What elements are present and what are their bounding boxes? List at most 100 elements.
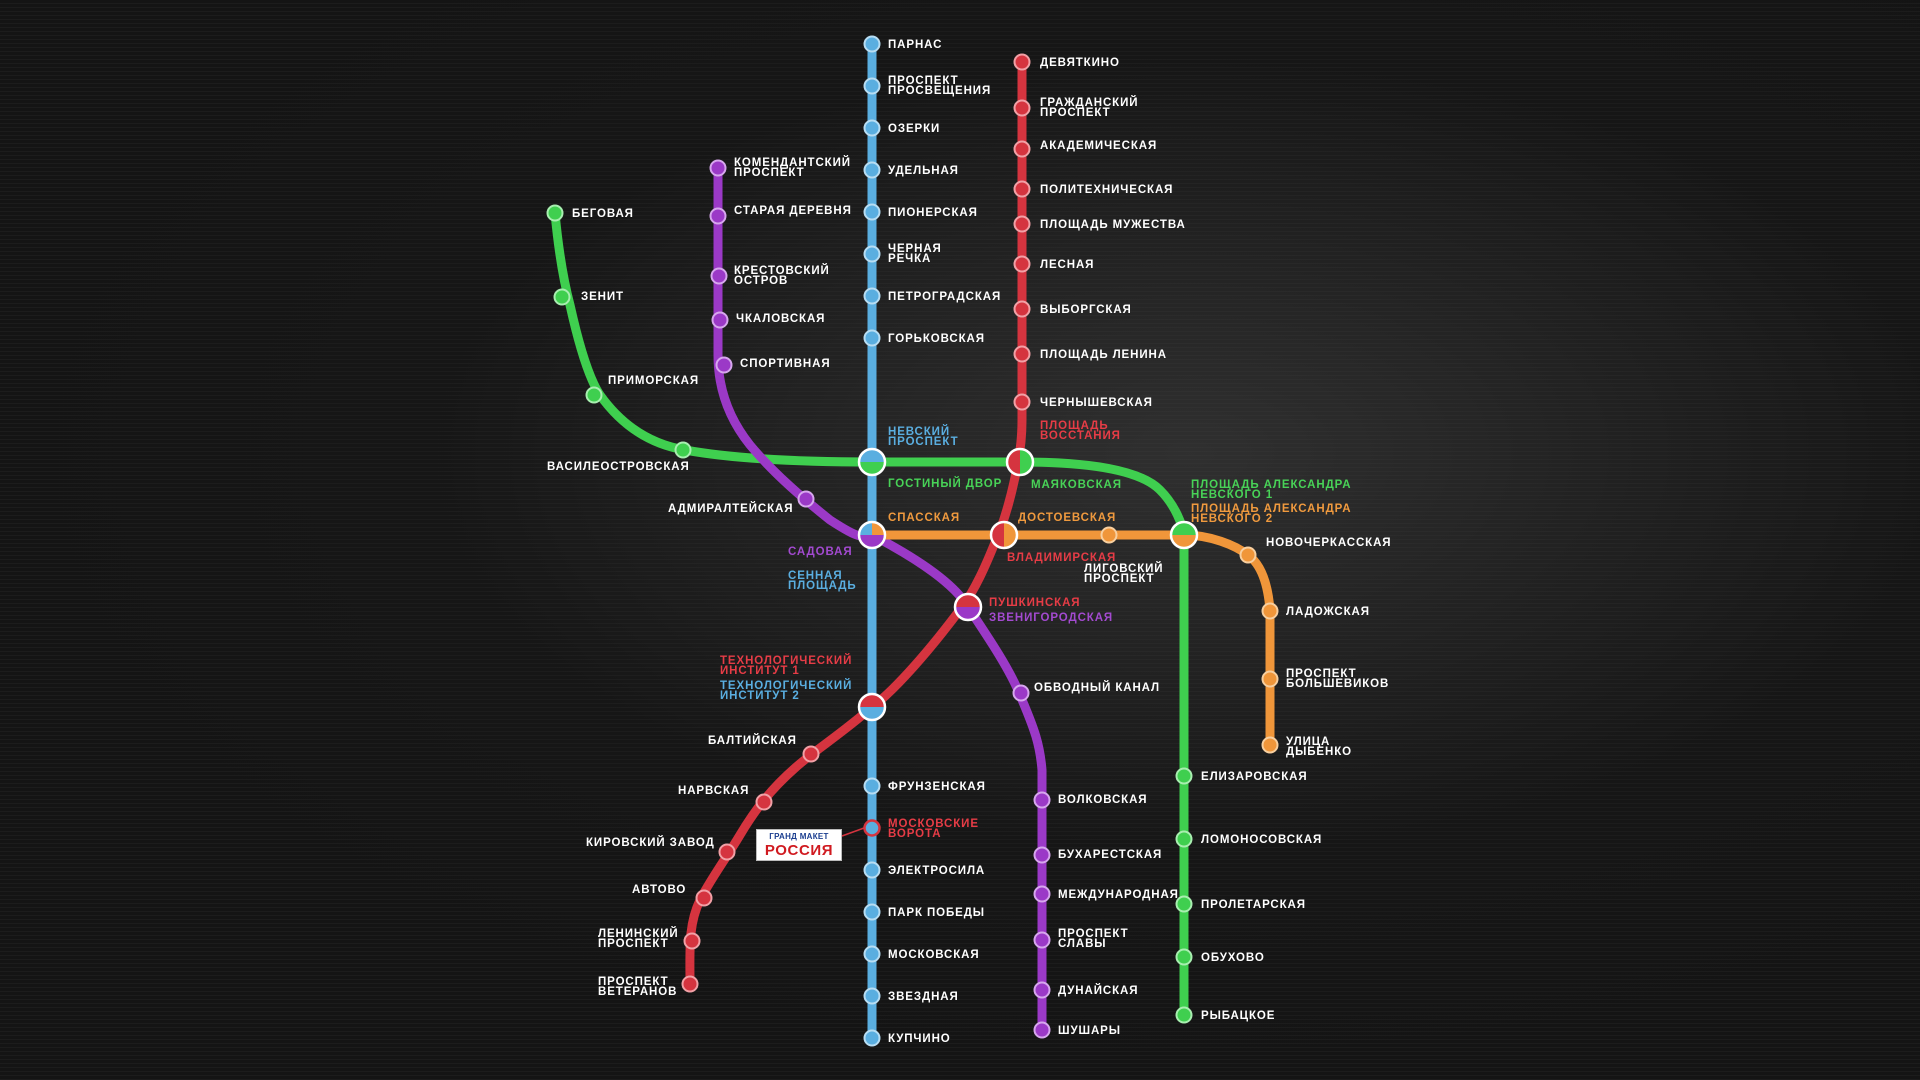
station-label: ВОССТАНИЯ: [1040, 430, 1121, 442]
station-dot[interactable]: [1175, 948, 1193, 966]
station-dot[interactable]: [1033, 791, 1051, 809]
transfer-vosstaniya-mayakovskaya[interactable]: [1005, 447, 1035, 477]
station-dot[interactable]: [1033, 931, 1051, 949]
station-dot[interactable]: [718, 843, 736, 861]
station-dot[interactable]: [1013, 140, 1031, 158]
station-dot[interactable]: [863, 329, 881, 347]
station-dot[interactable]: [863, 245, 881, 263]
station-label: ЧКАЛОВСКАЯ: [736, 313, 825, 325]
station-dot[interactable]: [1261, 670, 1279, 688]
station-label: СПОРТИВНАЯ: [740, 358, 831, 370]
station-dot[interactable]: [863, 945, 881, 963]
station-label: ЛОМОНОСОВСКАЯ: [1201, 834, 1322, 846]
station-dot[interactable]: [863, 77, 881, 95]
station-dot[interactable]: [1013, 99, 1031, 117]
station-label: ОБУХОВО: [1201, 952, 1265, 964]
station-dot[interactable]: [1013, 345, 1031, 363]
station-label: ДЫБЕНКО: [1286, 746, 1352, 758]
station-dot[interactable]: [709, 207, 727, 225]
station-dot[interactable]: [1033, 1021, 1051, 1039]
station-dot[interactable]: [863, 987, 881, 1005]
station-dot[interactable]: [863, 161, 881, 179]
transfer-pl-aleksandra-nevskogo[interactable]: [1169, 520, 1199, 550]
station-dot[interactable]: [681, 975, 699, 993]
station-dot[interactable]: [1033, 981, 1051, 999]
station-dot[interactable]: [1100, 526, 1118, 544]
transfer-tekhnologichesky-institut[interactable]: [857, 692, 887, 722]
logo-leader-line: [841, 827, 865, 837]
metro-map: ПАРНАС ПРОСПЕКТ ПРОСВЕЩЕНИЯ ОЗЕРКИ УДЕЛЬ…: [0, 0, 1920, 1080]
labels-orange: СПАССКАЯ ДОСТОЕВСКАЯ ЛИГОВСКИЙ ПРОСПЕКТ …: [888, 503, 1391, 758]
station-dot[interactable]: [1013, 180, 1031, 198]
station-dot[interactable]: [802, 745, 820, 763]
station-dot[interactable]: [863, 777, 881, 795]
station-dot[interactable]: [711, 311, 729, 329]
station-dot[interactable]: [797, 490, 815, 508]
station-label: ВЕТЕРАНОВ: [598, 986, 677, 998]
station-dot[interactable]: [1013, 393, 1031, 411]
station-label: НЕВСКОГО 1: [1191, 489, 1273, 501]
transfer-pushkinskaya-zvenigorodskaya[interactable]: [953, 592, 983, 622]
station-dot[interactable]: [1033, 846, 1051, 864]
station-label: ПРОСПЕКТ: [888, 436, 959, 448]
station-dot[interactable]: [585, 386, 603, 404]
station-dot[interactable]: [1033, 885, 1051, 903]
station-dot[interactable]: [863, 119, 881, 137]
station-label: ШУШАРЫ: [1058, 1025, 1121, 1037]
station-label: ЗВЕЗДНАЯ: [888, 991, 959, 1003]
station-dot[interactable]: [863, 819, 881, 837]
station-dot[interactable]: [683, 932, 701, 950]
station-dot[interactable]: [1013, 215, 1031, 233]
station-dot[interactable]: [710, 267, 728, 285]
station-dot[interactable]: [546, 204, 564, 222]
station-dot[interactable]: [1175, 1006, 1193, 1024]
station-label: ПРОСВЕЩЕНИЯ: [888, 85, 991, 97]
station-dot[interactable]: [709, 159, 727, 177]
station-label: ФРУНЗЕНСКАЯ: [888, 781, 986, 793]
station-label: ПРОСПЕКТ: [1084, 573, 1155, 585]
station-label: ИНСТИТУТ 2: [720, 690, 800, 702]
station-dot[interactable]: [1013, 53, 1031, 71]
station-dot[interactable]: [1175, 830, 1193, 848]
station-dot[interactable]: [863, 903, 881, 921]
station-dot[interactable]: [755, 793, 773, 811]
station-dot[interactable]: [1013, 255, 1031, 273]
station-label: САДОВАЯ: [788, 546, 853, 558]
station-dot[interactable]: [695, 889, 713, 907]
station-dot[interactable]: [1261, 602, 1279, 620]
grand-maket-logo[interactable]: ГРАНД МАКЕТ РОССИЯ: [756, 829, 842, 861]
station-dot[interactable]: [863, 287, 881, 305]
station-dot[interactable]: [674, 441, 692, 459]
station-label: ДОСТОЕВСКАЯ: [1018, 512, 1116, 524]
station-dot[interactable]: [1261, 736, 1279, 754]
station-label: ДЕВЯТКИНО: [1040, 57, 1120, 69]
station-dot[interactable]: [1013, 300, 1031, 318]
transfer-sennaya-sadovaya-spasskaya[interactable]: [857, 520, 887, 550]
station-label: ЛАДОЖСКАЯ: [1286, 606, 1370, 618]
station-label: ПРОЛЕТАРСКАЯ: [1201, 899, 1306, 911]
line-red: [685, 57, 1027, 989]
station-dot[interactable]: [863, 35, 881, 53]
station-label: ПРОСПЕКТ: [734, 167, 805, 179]
station-dot[interactable]: [1012, 684, 1030, 702]
transfer-nevsky-gostiny[interactable]: [857, 447, 887, 477]
station-label: МОСКОВСКАЯ: [888, 949, 980, 961]
station-label: ВОЛКОВСКАЯ: [1058, 794, 1147, 806]
station-dot[interactable]: [863, 1029, 881, 1047]
station-label: ОЗЕРКИ: [888, 123, 940, 135]
station-dot[interactable]: [863, 203, 881, 221]
station-dot[interactable]: [715, 356, 733, 374]
station-label: ЛЕСНАЯ: [1040, 259, 1094, 271]
station-label: АВТОВО: [632, 884, 686, 896]
station-dot[interactable]: [863, 861, 881, 879]
station-label: ЧЕРНЫШЕВСКАЯ: [1040, 397, 1153, 409]
station-dot[interactable]: [1175, 767, 1193, 785]
station-label: ПИОНЕРСКАЯ: [888, 207, 978, 219]
transfer-vladimirskaya-dostoevskaya[interactable]: [989, 520, 1019, 550]
station-dot[interactable]: [553, 288, 571, 306]
metro-map-svg: ПАРНАС ПРОСПЕКТ ПРОСВЕЩЕНИЯ ОЗЕРКИ УДЕЛЬ…: [546, 35, 1391, 1047]
station-dot[interactable]: [1239, 546, 1257, 564]
station-label: ПОЛИТЕХНИЧЕСКАЯ: [1040, 184, 1173, 196]
station-label: ПЕТРОГРАДСКАЯ: [888, 291, 1001, 303]
logo-bottom-text: РОССИЯ: [764, 842, 834, 859]
